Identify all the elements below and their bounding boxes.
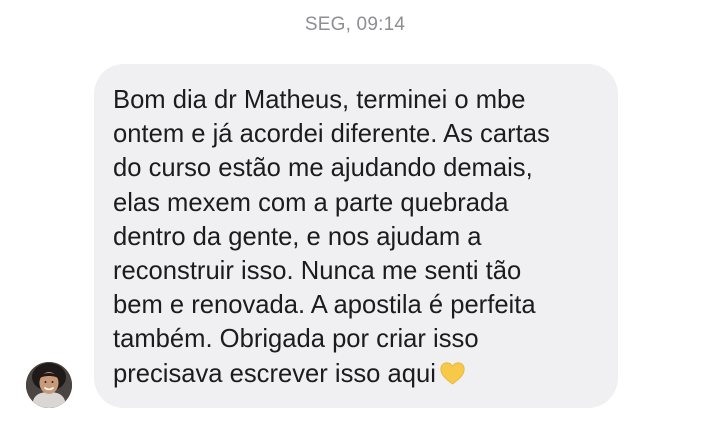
yellow-heart-icon [440, 360, 465, 385]
message-body: Bom dia dr Matheus, terminei o mbe ontem… [113, 86, 550, 388]
message-timestamp: SEG, 09:14 [304, 14, 406, 35]
received-message-bubble[interactable]: Bom dia dr Matheus, terminei o mbe ontem… [94, 64, 618, 408]
message-text: Bom dia dr Matheus, terminei o mbe ontem… [113, 83, 598, 391]
sender-avatar[interactable] [26, 362, 72, 408]
